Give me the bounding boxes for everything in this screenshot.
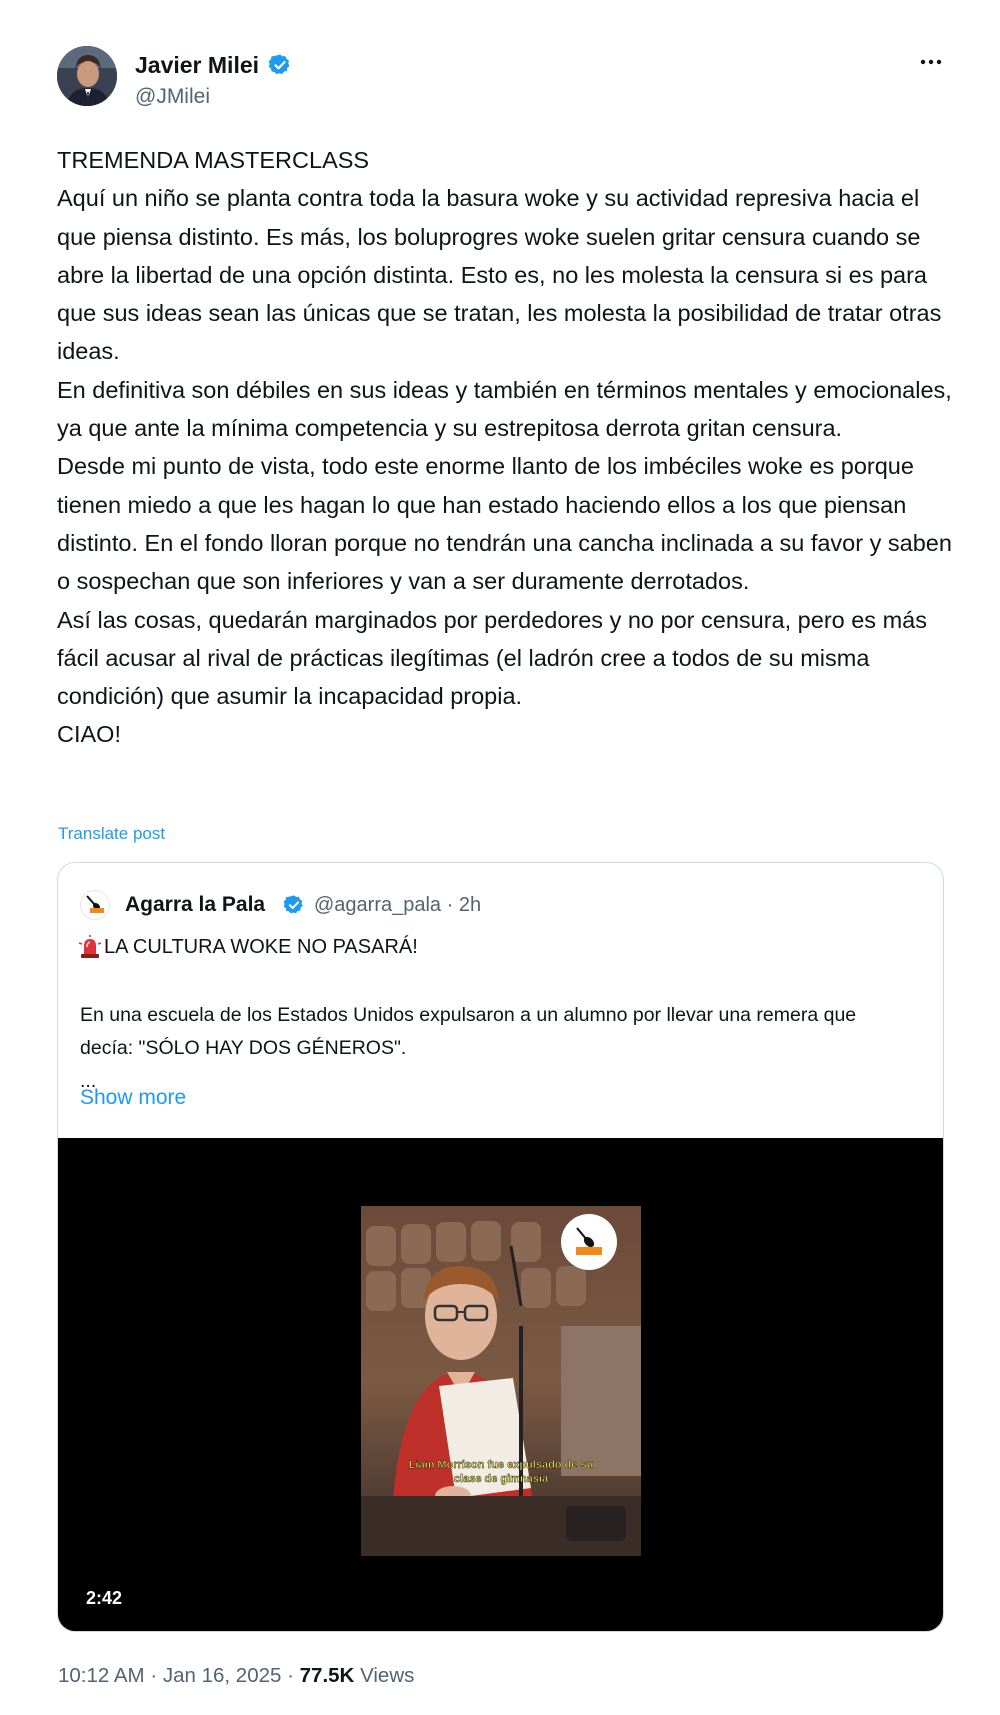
quote-body-text: En una escuela de los Estados Unidos exp… xyxy=(80,1004,857,1059)
post-container: Javier Milei @JMilei TREMENDA MASTERCLAS… xyxy=(0,0,1000,1715)
post-paragraph: Desde mi punto de vista, todo este enorm… xyxy=(57,453,952,595)
post-paragraph: CIAO! xyxy=(57,721,121,748)
author-avatar[interactable] xyxy=(57,46,117,106)
show-more-link[interactable]: Show more xyxy=(80,1086,186,1110)
author-name[interactable]: Javier Milei xyxy=(135,52,259,79)
verified-badge-icon xyxy=(283,895,303,914)
separator: · xyxy=(150,1664,163,1687)
separator: · xyxy=(287,1664,300,1687)
quote-headline: LA CULTURA WOKE NO PASARÁ! xyxy=(104,935,418,958)
post-footer: 10:12 AM · Jan 16, 2025 · 77.5K Views xyxy=(58,1664,414,1688)
quoted-post-card[interactable]: Agarra la Pala @agarra_pala · 2h LA CULT… xyxy=(57,862,944,1632)
post-text: TREMENDA MASTERCLASS Aquí un niño se pla… xyxy=(57,141,957,754)
quote-ellipsis: ... xyxy=(80,1070,97,1092)
quote-author-name[interactable]: Agarra la Pala xyxy=(125,893,265,917)
post-paragraph: TREMENDA MASTERCLASS xyxy=(57,147,370,173)
avatar-image xyxy=(57,46,117,106)
video-duration: 2:42 xyxy=(86,1588,123,1608)
views-count: 77.5K xyxy=(299,1664,355,1687)
more-options-icon[interactable] xyxy=(915,52,947,72)
video-caption: clase de gimnasia xyxy=(454,1473,549,1485)
quote-body: En una escuela de los Estados Unidos exp… xyxy=(80,999,900,1098)
post-paragraph: Aquí un niño se planta contra toda la ba… xyxy=(57,185,942,365)
video-thumbnail: Liam Morrison fue expulsado de su clase … xyxy=(361,1206,641,1556)
post-time[interactable]: 10:12 AM xyxy=(58,1664,145,1687)
shovel-logo-icon xyxy=(81,891,109,919)
post-paragraph: Así las cosas, quedarán marginados por p… xyxy=(57,606,927,710)
video-caption: Liam Morrison fue expulsado de su xyxy=(409,1459,594,1471)
post-paragraph: En definitiva son débiles en sus ideas y… xyxy=(57,376,952,442)
quote-author-avatar[interactable] xyxy=(80,890,110,920)
author-handle[interactable]: @JMilei xyxy=(135,85,210,109)
verified-badge-icon xyxy=(268,54,290,75)
siren-icon xyxy=(78,935,102,958)
translate-post-link[interactable]: Translate post xyxy=(58,824,165,844)
quote-meta: @agarra_pala · 2h xyxy=(314,894,482,916)
video-player[interactable]: Liam Morrison fue expulsado de su clase … xyxy=(58,1138,943,1631)
quote-headline-row: LA CULTURA WOKE NO PASARÁ! xyxy=(78,935,418,959)
post-date[interactable]: Jan 16, 2025 xyxy=(163,1664,282,1687)
video-thumbnail-image: Liam Morrison fue expulsado de su clase … xyxy=(361,1206,641,1556)
views-label: Views xyxy=(360,1664,415,1687)
